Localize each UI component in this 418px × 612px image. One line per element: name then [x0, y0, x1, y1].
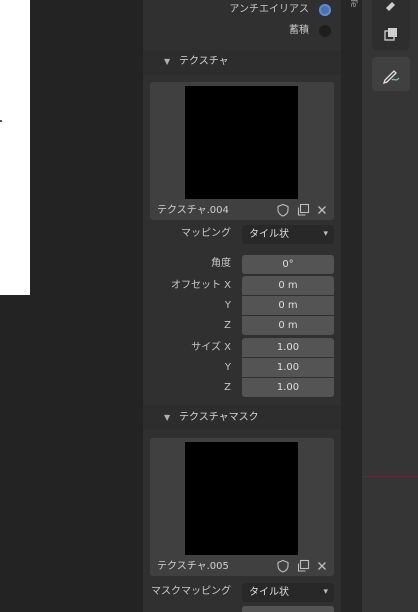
texture-subpanel-header[interactable]: ▼ テクスチャ [143, 50, 341, 74]
mapping-label: マッピング [181, 228, 231, 239]
texture-header-label: テクスチャ [179, 56, 229, 67]
collapse-triangle-icon: ▼ [164, 413, 171, 422]
3d-viewport[interactable] [362, 0, 418, 612]
collapse-triangle-icon: ▼ [164, 57, 171, 66]
mask-mapping-label: マスクマッピング [151, 586, 231, 597]
accumulate-label: 蓄積 [289, 25, 309, 36]
mapping-value: タイル状 [249, 229, 289, 240]
offset-y-field[interactable]: 0 m [242, 296, 334, 315]
texture-mask-preview-box[interactable]: テクスチャ.005 [150, 438, 334, 576]
texture-name[interactable]: テクスチャ.004 [157, 201, 229, 216]
canvas-mark [0, 120, 2, 122]
size-z-label: Z [224, 382, 231, 393]
close-icon[interactable] [315, 203, 329, 217]
texture-mask-header-label: テクスチャマスク [179, 412, 259, 423]
transform-tool-button[interactable] [372, 16, 410, 50]
size-y-field[interactable]: 1.00 [242, 358, 334, 377]
viewport-canvas[interactable] [0, 0, 30, 295]
mask-mapping-value: タイル状 [249, 587, 289, 598]
size-z-field[interactable]: 1.00 [242, 378, 334, 397]
accumulate-row[interactable]: 蓄積 [143, 21, 341, 41]
fake-user-shield-icon[interactable] [276, 203, 290, 217]
offset-y-label: Y [224, 300, 231, 311]
offset-z-field[interactable]: 0 m [242, 316, 334, 335]
size-x-label: サイズ X [191, 342, 231, 353]
duplicate-icon[interactable] [296, 203, 310, 217]
sidebar-tab-label[interactable]: Te [348, 0, 358, 8]
viewport-axis-line [362, 476, 418, 477]
texture-preview-box[interactable]: テクスチャ.004 [150, 82, 334, 220]
close-icon[interactable] [315, 559, 329, 573]
fake-user-shield-icon[interactable] [276, 559, 290, 573]
texture-mask-name[interactable]: テクスチャ.005 [157, 557, 229, 572]
duplicate-icon[interactable] [296, 559, 310, 573]
angle-field[interactable]: 0° [242, 255, 334, 274]
texture-mask-subpanel-header[interactable]: ▼ テクスチャマスク [143, 406, 341, 430]
chevron-down-icon: ▾ [323, 587, 328, 597]
annotate-tool-button[interactable] [372, 57, 410, 91]
mask-mapping-dropdown[interactable]: タイル状 ▾ [242, 583, 334, 602]
size-y-label: Y [224, 362, 231, 373]
next-field[interactable] [242, 606, 334, 612]
antialias-toggle[interactable] [319, 4, 331, 16]
offset-x-label: オフセット X [170, 280, 231, 291]
angle-label: 角度 [211, 258, 231, 269]
sidebar-tab-strip: Te [344, 0, 362, 612]
mapping-dropdown[interactable]: タイル状 ▾ [242, 225, 334, 244]
antialias-label: アンチエイリアス [229, 4, 309, 15]
chevron-down-icon: ▾ [323, 229, 328, 239]
texture-mask-preview [185, 442, 298, 555]
antialias-row[interactable]: アンチエイリアス [143, 0, 341, 20]
offset-z-label: Z [224, 320, 231, 331]
offset-x-field[interactable]: 0 m [242, 276, 334, 295]
texture-preview [185, 86, 298, 199]
accumulate-toggle[interactable] [319, 25, 331, 37]
size-x-field[interactable]: 1.00 [242, 338, 334, 357]
